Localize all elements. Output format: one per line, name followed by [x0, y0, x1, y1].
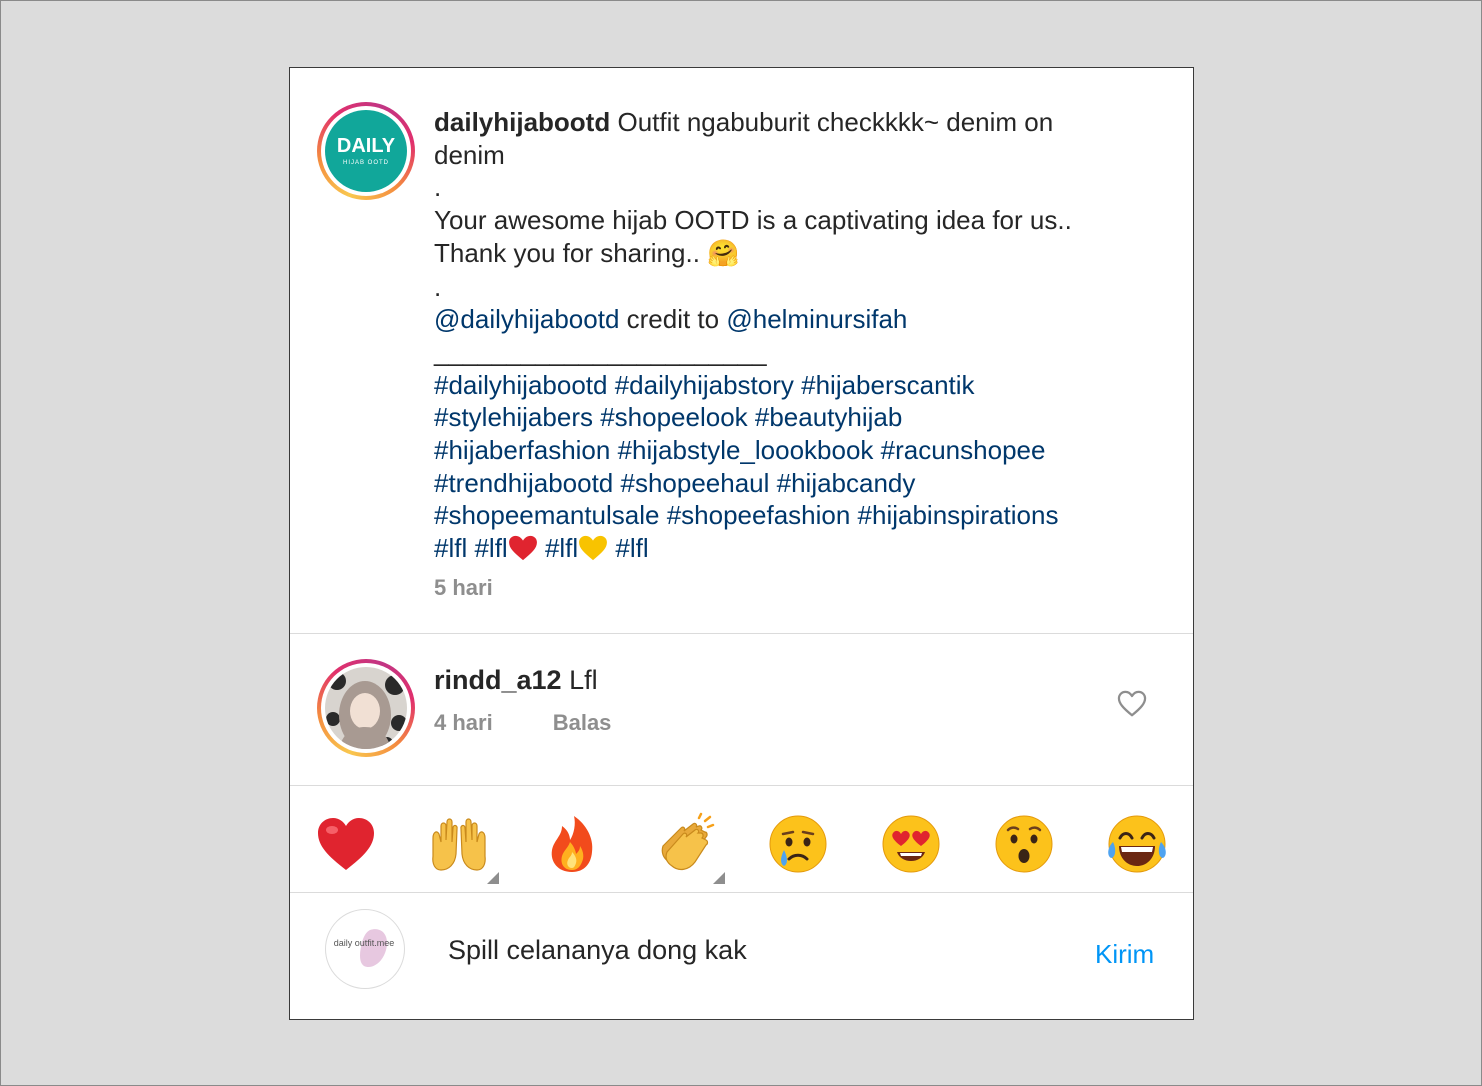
- hashtag-line[interactable]: #trendhijabootd #shopeehaul #hijabcandy: [434, 467, 1134, 500]
- svg-text:HIJAB OOTD: HIJAB OOTD: [343, 160, 389, 166]
- current-user-avatar[interactable]: daily outfit.mee: [325, 909, 405, 989]
- mention-link[interactable]: @dailyhijabootd: [434, 304, 619, 334]
- caption-line: Thank you for sharing..: [434, 237, 708, 268]
- divider: [290, 892, 1193, 893]
- send-button[interactable]: Kirim: [1095, 939, 1154, 970]
- comment-input[interactable]: [448, 930, 1068, 970]
- caption-divider: _______________________: [434, 336, 767, 367]
- svg-text:daily outfit.mee: daily outfit.mee: [334, 938, 395, 948]
- divider: [290, 633, 1193, 634]
- commenter-avatar[interactable]: [317, 659, 415, 757]
- skin-tone-indicator: [713, 872, 725, 884]
- fire-icon[interactable]: [540, 812, 604, 876]
- comment-text: Lfl: [561, 665, 598, 695]
- hashtag-line[interactable]: #dailyhijabootd #dailyhijabstory #hijabe…: [434, 369, 1134, 402]
- hashtag-line[interactable]: #stylehijabers #shopeelook #beautyhijab: [434, 401, 1134, 434]
- caption-dot: .: [434, 172, 442, 203]
- post-username[interactable]: dailyhijabootd: [434, 107, 610, 137]
- skin-tone-indicator: [487, 872, 499, 884]
- post-author-avatar[interactable]: DAILY HIJAB OOTD: [317, 102, 415, 200]
- hashtag-line[interactable]: #hijaberfashion #hijabstyle_loookbook #r…: [434, 434, 1134, 467]
- hugging-face-icon: 🤗: [707, 238, 740, 269]
- commenter-photo: [325, 667, 407, 749]
- crying-face-icon[interactable]: [766, 812, 830, 876]
- hashtag-link[interactable]: #lfl: [538, 533, 578, 563]
- heart-outline-icon[interactable]: [1117, 690, 1147, 718]
- post-caption: DAILY HIJAB OOTD dailyhijabootd Outfit n…: [290, 68, 1193, 633]
- hashtag-link[interactable]: #lfl: [467, 533, 507, 563]
- mention-link[interactable]: @helminursifah: [726, 304, 907, 334]
- yellow-heart-icon: [579, 536, 608, 561]
- red-heart-icon: [508, 536, 537, 561]
- raising-hands-icon[interactable]: [427, 812, 499, 884]
- caption-body: dailyhijabootd Outfit ngabuburit checkkk…: [434, 106, 1134, 565]
- clapping-hands-icon[interactable]: [653, 812, 725, 884]
- caption-line: denim: [434, 139, 505, 170]
- heart-eyes-icon[interactable]: [879, 812, 943, 876]
- comments-panel: DAILY HIJAB OOTD dailyhijabootd Outfit n…: [289, 67, 1194, 1020]
- svg-text:DAILY: DAILY: [337, 135, 396, 157]
- tears-of-joy-icon[interactable]: [1105, 812, 1169, 876]
- credit-text: credit to: [619, 304, 727, 335]
- hashtag-link[interactable]: #lfl: [608, 533, 648, 563]
- surprised-face-icon[interactable]: [992, 812, 1056, 876]
- caption-dot: .: [434, 271, 442, 302]
- comment-meta: 4 hari Balas: [434, 710, 611, 736]
- hashtag-line[interactable]: #shopeemantulsale #shopeefashion #hijabi…: [434, 499, 1134, 532]
- divider: [290, 785, 1193, 786]
- comment-text-line: rindd_a12 Lfl: [434, 665, 598, 696]
- caption-line: Outfit ngabuburit checkkkk~ denim on: [617, 107, 1054, 137]
- red-heart-icon[interactable]: [314, 812, 378, 876]
- daily-hijab-logo: DAILY HIJAB OOTD: [325, 110, 407, 192]
- reply-button[interactable]: Balas: [553, 710, 612, 735]
- comment-timestamp: 4 hari: [434, 710, 493, 735]
- hashtag-link[interactable]: #lfl: [434, 533, 467, 563]
- post-timestamp: 5 hari: [434, 575, 493, 600]
- caption-line: Your awesome hijab OOTD is a captivating…: [434, 205, 1072, 236]
- commenter-username[interactable]: rindd_a12: [434, 665, 562, 695]
- emoji-quick-bar: [290, 788, 1193, 894]
